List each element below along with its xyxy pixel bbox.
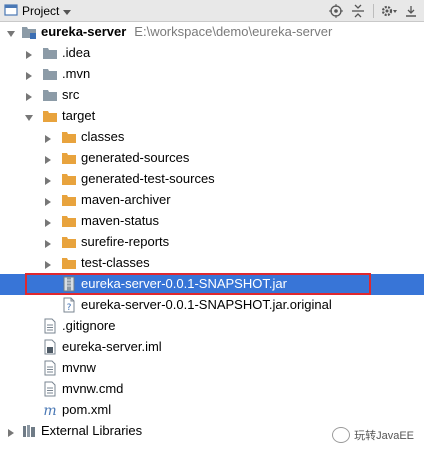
wechat-icon [332, 427, 351, 443]
tool-window-title: Project [22, 4, 60, 18]
text-file-icon [42, 318, 58, 334]
watermark-text: 玩转JavaEE [354, 430, 414, 442]
collapsed-arrow-icon[interactable] [43, 195, 53, 206]
text-file-icon [42, 381, 58, 397]
tree-node-label: classes [81, 129, 125, 144]
project-toolbar: Project [0, 0, 424, 22]
tree-node-label: src [62, 87, 80, 102]
expanded-arrow-icon[interactable] [6, 27, 16, 37]
tree-node-label: eureka-server E:\workspace\demo\eureka-se… [41, 24, 332, 40]
tree-node-label: eureka-server-0.0.1-SNAPSHOT.jar [81, 276, 287, 291]
tree-node-label: generated-test-sources [81, 171, 215, 186]
locate-icon[interactable] [325, 2, 347, 20]
collapsed-arrow-icon[interactable] [6, 426, 16, 437]
tree-node-test-classes[interactable]: test-classes [0, 253, 424, 274]
toolbar-divider [373, 4, 374, 18]
collapsed-arrow-icon[interactable] [24, 48, 34, 59]
collapsed-arrow-icon[interactable] [24, 69, 34, 80]
collapsed-arrow-icon[interactable] [43, 216, 53, 227]
tree-node-generated-test-sources[interactable]: generated-test-sources [0, 169, 424, 190]
project-view-selector[interactable]: Project [4, 3, 72, 20]
libraries-icon [21, 423, 37, 439]
tree-node-label: External Libraries [41, 423, 143, 438]
collapsed-arrow-icon[interactable] [43, 258, 53, 269]
tree-node-snapshot-jar[interactable]: eureka-server-0.0.1-SNAPSHOT.jar [0, 274, 424, 295]
hide-icon[interactable] [400, 2, 422, 20]
excluded-folder-icon [61, 234, 77, 250]
folder-icon [42, 45, 58, 61]
project-view-icon [4, 3, 18, 20]
tree-node-surefire-reports[interactable]: surefire-reports [0, 232, 424, 253]
excluded-folder-icon [61, 255, 77, 271]
unknown-file-icon: ? [61, 297, 77, 313]
module-file-icon [42, 339, 58, 355]
tree-node-snapshot-jar-original[interactable]: ? eureka-server-0.0.1-SNAPSHOT.jar.origi… [0, 295, 424, 316]
tree-node-label: eureka-server.iml [62, 339, 162, 354]
jar-archive-icon [61, 276, 77, 292]
tree-node-classes[interactable]: classes [0, 127, 424, 148]
root-module-name: eureka-server [41, 24, 127, 39]
root-module-path: E:\workspace\demo\eureka-server [134, 24, 333, 39]
collapse-all-icon[interactable] [347, 2, 369, 20]
collapsed-arrow-icon[interactable] [24, 90, 34, 101]
tree-node-label: mvnw [62, 360, 96, 375]
excluded-folder-icon [61, 129, 77, 145]
collapsed-arrow-icon[interactable] [43, 237, 53, 248]
tree-node-label: maven-status [81, 213, 160, 228]
tree-node-label: maven-archiver [81, 192, 171, 207]
tree-node-src[interactable]: src [0, 85, 424, 106]
excluded-folder-icon [42, 108, 58, 124]
expanded-arrow-icon[interactable] [24, 111, 34, 121]
excluded-folder-icon [61, 150, 77, 166]
tree-node-generated-sources[interactable]: generated-sources [0, 148, 424, 169]
svg-text:m: m [43, 403, 56, 418]
text-file-icon [42, 360, 58, 376]
folder-icon [42, 87, 58, 103]
dropdown-arrow-icon[interactable] [63, 4, 72, 19]
tree-node-pom[interactable]: m pom.xml [0, 400, 424, 421]
tree-node-label: test-classes [81, 255, 150, 270]
maven-pom-icon: m [42, 402, 58, 419]
excluded-folder-icon [61, 192, 77, 208]
excluded-folder-icon [61, 171, 77, 187]
tree-node-label: mvnw.cmd [62, 381, 124, 396]
tree-node-label: eureka-server-0.0.1-SNAPSHOT.jar.origina… [81, 297, 332, 312]
collapsed-arrow-icon[interactable] [43, 153, 53, 164]
tree-node-iml[interactable]: eureka-server.iml [0, 337, 424, 358]
tree-node-gitignore[interactable]: .gitignore [0, 316, 424, 337]
excluded-folder-icon [61, 213, 77, 229]
settings-icon[interactable] [378, 2, 400, 20]
tree-node-label: .idea [62, 45, 91, 60]
folder-icon [42, 66, 58, 82]
svg-text:?: ? [67, 303, 72, 313]
collapsed-arrow-icon[interactable] [43, 132, 53, 143]
tree-node-idea[interactable]: .idea [0, 43, 424, 64]
collapsed-arrow-icon[interactable] [43, 174, 53, 185]
tree-node-maven-archiver[interactable]: maven-archiver [0, 190, 424, 211]
tree-node-maven-status[interactable]: maven-status [0, 211, 424, 232]
tree-node-mvnw-cmd[interactable]: mvnw.cmd [0, 379, 424, 400]
tree-node-label: pom.xml [62, 402, 112, 417]
module-folder-icon [21, 24, 37, 40]
tree-node-root[interactable]: eureka-server E:\workspace\demo\eureka-se… [0, 22, 424, 43]
tree-node-label: generated-sources [81, 150, 190, 165]
tree-node-mvnw[interactable]: mvnw [0, 358, 424, 379]
watermark: 玩转JavaEE [332, 427, 414, 443]
tree-node-label: target [62, 108, 96, 123]
tree-node-label: .mvn [62, 66, 91, 81]
tree-node-label: surefire-reports [81, 234, 170, 249]
tree-node-target[interactable]: target [0, 106, 424, 127]
tree-node-label: .gitignore [62, 318, 116, 333]
tree-node-mvn[interactable]: .mvn [0, 64, 424, 85]
